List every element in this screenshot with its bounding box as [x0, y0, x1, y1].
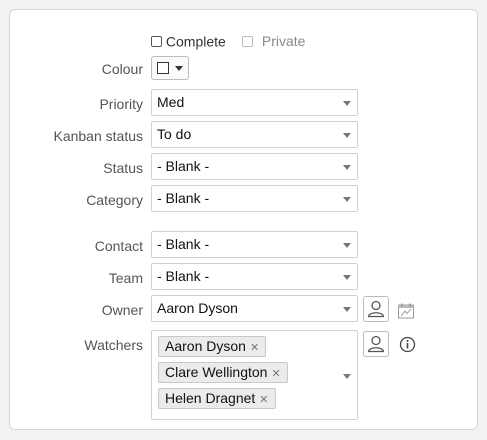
- chevron-down-icon: [343, 275, 351, 280]
- status-value: - Blank -: [157, 158, 210, 174]
- chevron-down-icon: [343, 133, 351, 138]
- colour-picker-button[interactable]: [151, 56, 189, 80]
- priority-label: Priority: [99, 96, 143, 112]
- chevron-down-icon: [343, 307, 351, 312]
- watcher-chip[interactable]: Aaron Dyson ✕: [158, 336, 267, 357]
- watcher-name: Aaron Dyson: [165, 338, 246, 354]
- colour-swatch: [157, 62, 169, 74]
- watcher-chip[interactable]: Clare Wellington ✕: [158, 362, 288, 383]
- assign-owner-button[interactable]: [363, 296, 389, 322]
- private-label: Private: [261, 33, 306, 50]
- private-checkbox[interactable]: [242, 35, 253, 47]
- add-watcher-button[interactable]: [363, 331, 389, 357]
- chevron-down-icon: [175, 66, 183, 71]
- complete-label: Complete: [165, 33, 226, 50]
- remove-icon[interactable]: ✕: [259, 394, 268, 406]
- colour-label: Colour: [101, 61, 143, 77]
- team-select[interactable]: - Blank -: [151, 263, 358, 290]
- info-icon[interactable]: [399, 336, 416, 353]
- kanban-status-label: Kanban status: [53, 128, 143, 144]
- priority-value: Med: [157, 94, 185, 110]
- complete-checkbox[interactable]: [151, 35, 162, 47]
- chevron-down-icon: [343, 243, 351, 248]
- owner-select[interactable]: Aaron Dyson: [151, 295, 358, 322]
- contact-value: - Blank -: [157, 236, 210, 252]
- team-label: Team: [108, 270, 143, 286]
- contact-label: Contact: [94, 238, 143, 254]
- remove-icon[interactable]: ✕: [271, 368, 280, 380]
- status-select[interactable]: - Blank -: [151, 153, 358, 180]
- category-value: - Blank -: [157, 190, 210, 206]
- private-option[interactable]: Private: [242, 32, 305, 49]
- chevron-down-icon: [343, 165, 351, 170]
- user-icon: [367, 335, 385, 353]
- contact-select[interactable]: - Blank -: [151, 231, 358, 258]
- priority-select[interactable]: Med: [151, 89, 358, 116]
- category-label: Category: [86, 192, 143, 208]
- chevron-down-icon: [343, 101, 351, 106]
- calendar-icon[interactable]: [397, 302, 415, 320]
- category-select[interactable]: - Blank -: [151, 185, 358, 212]
- watcher-chip[interactable]: Helen Dragnet ✕: [158, 388, 276, 409]
- kanban-status-select[interactable]: To do: [151, 121, 358, 148]
- owner-label: Owner: [101, 302, 143, 318]
- team-value: - Blank -: [157, 268, 210, 284]
- chevron-down-icon: [343, 374, 351, 379]
- watchers-label: Watchers: [84, 337, 143, 353]
- remove-icon[interactable]: ✕: [250, 342, 259, 354]
- owner-value: Aaron Dyson: [157, 300, 238, 316]
- watcher-name: Helen Dragnet: [165, 390, 256, 406]
- user-icon: [367, 300, 385, 318]
- status-label: Status: [103, 160, 143, 176]
- complete-option[interactable]: Complete: [151, 32, 226, 49]
- chevron-down-icon: [343, 197, 351, 202]
- kanban-status-value: To do: [157, 126, 192, 142]
- watcher-name: Clare Wellington: [165, 364, 268, 380]
- watchers-multiselect[interactable]: Aaron Dyson ✕ Clare Wellington ✕ Helen Dra…: [151, 330, 358, 420]
